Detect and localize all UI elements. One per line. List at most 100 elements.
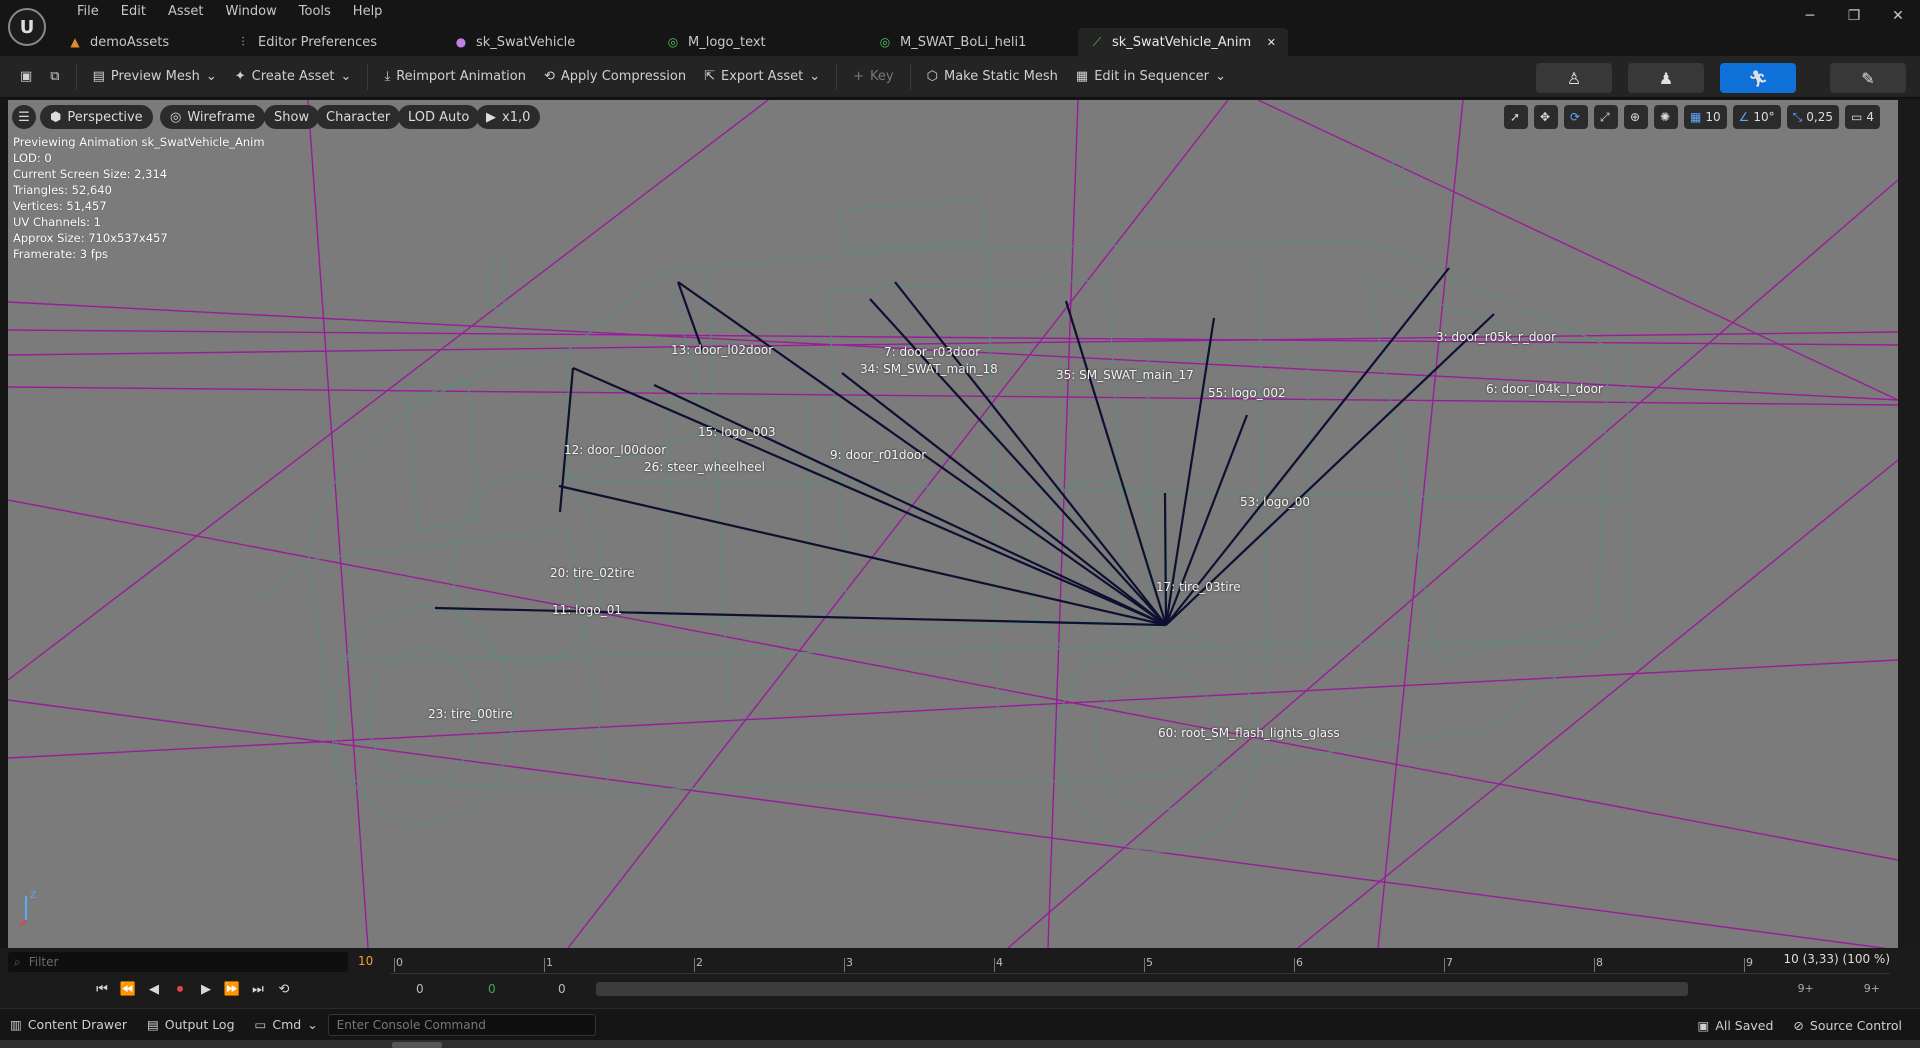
save-icon[interactable]: ▣ bbox=[12, 62, 40, 92]
perspective-button[interactable]: ⬢ Perspective bbox=[40, 105, 153, 129]
anim-icon: ⟋ bbox=[1092, 34, 1102, 49]
menu-edit[interactable]: Edit bbox=[110, 2, 157, 22]
timeline-ruler[interactable]: 0 1 2 3 4 5 6 7 8 9 bbox=[390, 950, 1890, 974]
tab-m-logo-text[interactable]: ◎ M_logo_text bbox=[654, 28, 866, 56]
key-button[interactable]: + Key bbox=[845, 62, 901, 92]
range-mid[interactable]: 0 bbox=[488, 982, 496, 996]
play-icon[interactable]: ▶ bbox=[196, 979, 216, 999]
range-end[interactable]: 0 bbox=[558, 982, 566, 996]
content-drawer-label: Content Drawer bbox=[27, 1017, 127, 1032]
tab-sk-swatvehicle[interactable]: ● sk_SwatVehicle bbox=[442, 28, 654, 56]
move-tool-icon[interactable]: ✥ bbox=[1534, 105, 1559, 129]
playback-speed-button[interactable]: ▶ x1,0 bbox=[476, 105, 541, 129]
apply-compression-button[interactable]: ⟲ Apply Compression bbox=[536, 62, 694, 92]
rotate-tool-icon[interactable]: ⟳ bbox=[1564, 105, 1589, 129]
menu-file[interactable]: File bbox=[66, 2, 110, 22]
preview-mesh-button[interactable]: ▤ Preview Mesh ⌄ bbox=[85, 62, 225, 92]
step-forward-icon[interactable]: ⏩ bbox=[222, 979, 242, 999]
folder-icon: ▲ bbox=[70, 35, 80, 49]
export-asset-button[interactable]: ⇱ Export Asset ⌄ bbox=[696, 62, 828, 92]
tab-demoassets[interactable]: ▲ demoAssets bbox=[56, 28, 224, 56]
menu-asset[interactable]: Asset bbox=[157, 2, 215, 22]
animation-mode-button[interactable]: 🏃︎ bbox=[1720, 63, 1796, 93]
range-start[interactable]: 0 bbox=[416, 982, 424, 996]
chevron-down-icon: ⌄ bbox=[340, 69, 352, 84]
menu-tools[interactable]: Tools bbox=[288, 2, 342, 22]
tab-label: sk_SwatVehicle bbox=[476, 34, 576, 50]
tab-sk-swatvehicle-anim[interactable]: ⟋ sk_SwatVehicle_Anim ✕ bbox=[1078, 28, 1288, 56]
tab-label: Editor Preferences bbox=[258, 34, 378, 50]
tab-editor-preferences[interactable]: ⫶ Editor Preferences bbox=[224, 28, 442, 56]
reimport-animation-button[interactable]: ⤓ Reimport Animation bbox=[376, 62, 534, 92]
tab-label: M_logo_text bbox=[688, 34, 766, 50]
output-log-button[interactable]: ▤ Output Log bbox=[137, 1009, 245, 1041]
all-saved-label: All Saved bbox=[1715, 1017, 1774, 1033]
cmd-dropdown[interactable]: ▭ Cmd ⌄ bbox=[245, 1009, 328, 1041]
scale-tool-icon[interactable]: ⤢ bbox=[1594, 105, 1619, 129]
all-saved-button[interactable]: ▣ All Saved bbox=[1688, 1009, 1784, 1041]
skeleton-mode-button[interactable]: ♙ bbox=[1536, 63, 1612, 93]
character-label: Character bbox=[326, 109, 391, 125]
camera-speed-button[interactable]: ▭ 4 bbox=[1845, 105, 1880, 129]
menu-window[interactable]: Window bbox=[215, 2, 288, 22]
edit-in-sequencer-button[interactable]: ▦ Edit in Sequencer ⌄ bbox=[1068, 62, 1234, 92]
tab-label: sk_SwatVehicle_Anim bbox=[1112, 34, 1252, 50]
viewport-options-button[interactable]: ☰ bbox=[12, 105, 36, 129]
loop-icon[interactable]: ⟲ bbox=[274, 979, 294, 999]
wireframe-button[interactable]: ◎ Wireframe bbox=[160, 105, 266, 129]
character-button[interactable]: Character bbox=[316, 105, 401, 129]
make-static-mesh-button[interactable]: ⬡ Make Static Mesh bbox=[919, 62, 1066, 92]
menu-help[interactable]: Help bbox=[342, 2, 394, 22]
close-window-icon[interactable]: ✕ bbox=[1876, 1, 1920, 31]
key-label: Key bbox=[870, 69, 894, 84]
minimize-icon[interactable]: ─ bbox=[1788, 1, 1832, 31]
bottom-scroll-thumb[interactable] bbox=[392, 1042, 442, 1048]
sliders-icon: ⫶ bbox=[241, 34, 245, 49]
restore-icon[interactable]: ❐ bbox=[1832, 1, 1876, 31]
scale-snap-toggle[interactable]: ⤡ 0,25 bbox=[1786, 105, 1840, 129]
close-icon[interactable]: ✕ bbox=[1267, 36, 1276, 49]
export-icon: ⇱ bbox=[704, 69, 715, 84]
material-icon: ◎ bbox=[667, 35, 679, 49]
stat-line: Previewing Animation sk_SwatVehicle_Anim bbox=[13, 135, 265, 149]
play-reverse-icon[interactable]: ◀ bbox=[144, 979, 164, 999]
animation-viewport[interactable]: ☰ ⬢ Perspective ◎ Wireframe Show Character… bbox=[8, 100, 1898, 948]
range-end-values: 9+ 9+ bbox=[1798, 982, 1880, 995]
browse-icon[interactable]: ⧉ bbox=[42, 62, 67, 92]
filter-input[interactable]: ⌕ Filter bbox=[8, 952, 348, 972]
rotation-snap-toggle[interactable]: ∠ 10° bbox=[1732, 105, 1781, 129]
mesh-mode-button[interactable]: ♟ bbox=[1628, 63, 1704, 93]
tick-label: 4 bbox=[994, 956, 1003, 972]
timeline-scrollbar[interactable] bbox=[596, 982, 1688, 996]
physics-mode-button[interactable]: ✎ bbox=[1830, 63, 1906, 93]
output-log-label: Output Log bbox=[164, 1017, 235, 1032]
tab-m-swat-boli-heli1[interactable]: ◎ M_SWAT_BoLi_heli1 bbox=[866, 28, 1078, 56]
content-drawer-button[interactable]: ▥ Content Drawer bbox=[0, 1009, 137, 1041]
sequencer-icon: ▦ bbox=[1075, 69, 1089, 84]
select-tool-icon[interactable]: ➚ bbox=[1504, 105, 1529, 129]
create-asset-button[interactable]: ✦ Create Asset ⌄ bbox=[227, 62, 360, 92]
unreal-logo-icon[interactable]: U bbox=[8, 8, 46, 46]
bone-label: 17: tire_03tire bbox=[1156, 580, 1241, 594]
tab-label: demoAssets bbox=[90, 34, 170, 50]
skip-to-start-icon[interactable]: ⏮ bbox=[92, 979, 112, 999]
view-end-a[interactable]: 9+ bbox=[1798, 982, 1814, 995]
lod-label: LOD Auto bbox=[408, 109, 470, 125]
surface-snap-icon[interactable]: ✺ bbox=[1654, 105, 1679, 129]
skip-to-end-icon[interactable]: ⏭ bbox=[248, 979, 268, 999]
camera-speed-value: 4 bbox=[1866, 110, 1874, 124]
source-control-icon: ⊘ bbox=[1793, 1017, 1804, 1033]
view-end-b[interactable]: 9+ bbox=[1864, 982, 1880, 995]
coordinate-space-icon[interactable]: ⊕ bbox=[1624, 105, 1649, 129]
lod-button[interactable]: LOD Auto bbox=[398, 105, 480, 129]
wireframe-label: Wireframe bbox=[187, 109, 256, 125]
show-button[interactable]: Show bbox=[264, 105, 320, 129]
step-back-icon[interactable]: ⏪ bbox=[118, 979, 138, 999]
grid-snap-toggle[interactable]: ▦ 10 bbox=[1684, 105, 1727, 129]
log-icon: ▤ bbox=[146, 1017, 159, 1032]
tick-label: 1 bbox=[544, 956, 553, 972]
static-mesh-icon: ⬡ bbox=[926, 69, 938, 84]
record-icon[interactable]: ⏺ bbox=[170, 979, 190, 999]
console-command-input[interactable]: Enter Console Command bbox=[327, 1013, 596, 1036]
source-control-button[interactable]: ⊘ Source Control bbox=[1783, 1009, 1912, 1041]
